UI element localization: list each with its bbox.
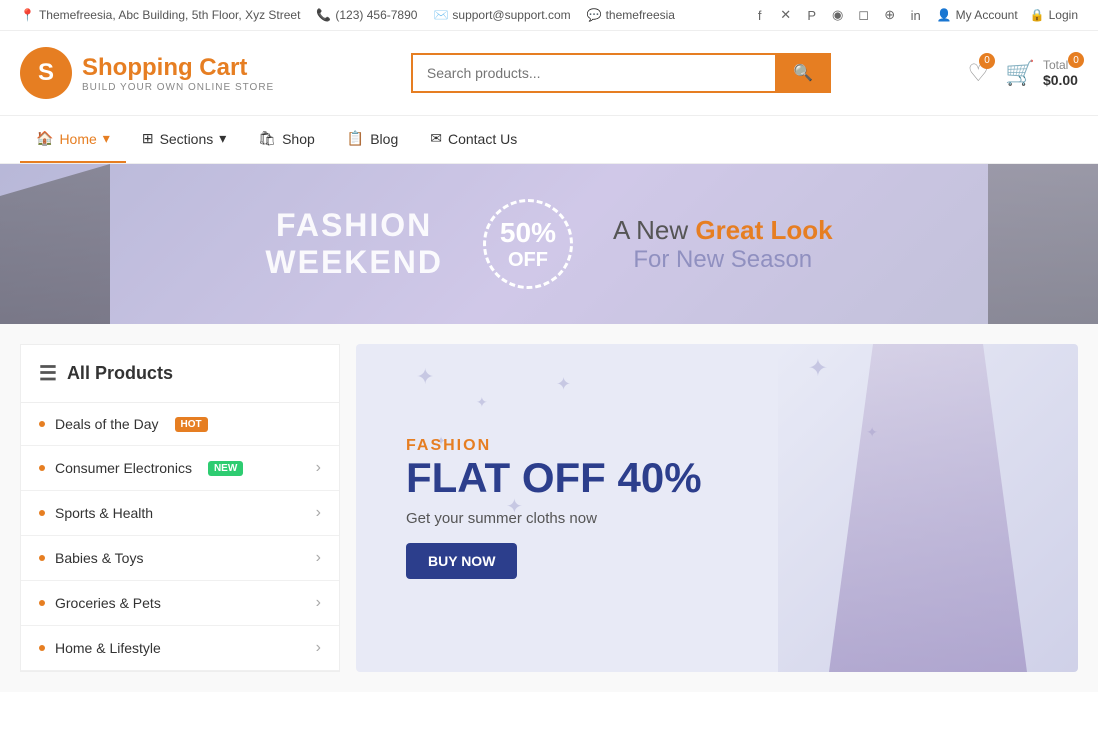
social-icons: f ✕ P ◉ ◻ ⊕ in	[751, 6, 925, 24]
hero-text-season: A New Great Look For New Season	[613, 215, 833, 274]
nav-item-home[interactable]: 🏠 Home ▾	[20, 116, 126, 163]
linkedin-icon[interactable]: in	[907, 6, 925, 24]
blog-icon: 📋	[347, 130, 364, 147]
star-decoration: ✦	[416, 364, 434, 390]
logo-title: Shopping Cart	[82, 54, 274, 82]
header: S Shopping Cart BUILD YOUR OWN ONLINE ST…	[0, 31, 1098, 115]
pinterest-icon[interactable]: P	[803, 6, 821, 24]
account-icon: 👤	[937, 8, 952, 22]
promo-content: FASHION FLAT OFF 40% Get your summer clo…	[356, 397, 752, 618]
search-input[interactable]	[411, 53, 775, 93]
hero-model-right	[988, 164, 1098, 324]
bullet-icon	[39, 645, 45, 651]
chevron-right-icon: ›	[316, 639, 321, 657]
promo-panel: ✦ ✦ ✦ ✦ ✦ ✦ ✦ ✦ FASHION FLAT OFF 40% Get…	[356, 344, 1078, 672]
bullet-icon	[39, 465, 45, 471]
promo-title: FLAT OFF 40%	[406, 455, 702, 501]
sidebar-item-sports[interactable]: Sports & Health ›	[21, 491, 339, 536]
hot-badge: HOT	[175, 417, 208, 432]
cart-count: 0	[1068, 52, 1084, 68]
wishlist-button[interactable]: ♡ 0	[968, 59, 990, 88]
sidebar-item-deals[interactable]: Deals of the Day HOT	[21, 403, 339, 446]
chevron-right-icon: ›	[316, 504, 321, 522]
dribbble-icon[interactable]: ◉	[829, 6, 847, 24]
lock-icon: 🔒	[1030, 8, 1045, 22]
envelope-icon: ✉	[430, 130, 442, 147]
nav-item-sections[interactable]: ⊞ Sections ▾	[126, 116, 242, 163]
address: 📍 Themefreesia, Abc Building, 5th Floor,…	[20, 8, 300, 22]
top-bar-left: 📍 Themefreesia, Abc Building, 5th Floor,…	[20, 8, 675, 22]
top-bar: 📍 Themefreesia, Abc Building, 5th Floor,…	[0, 0, 1098, 31]
bullet-icon	[39, 421, 45, 427]
header-actions: ♡ 0 🛒 0 Total $0.00	[968, 58, 1078, 88]
sidebar-item-groceries[interactable]: Groceries & Pets ›	[21, 581, 339, 626]
chevron-right-icon: ›	[316, 594, 321, 612]
sidebar-item-home[interactable]: Home & Lifestyle ›	[21, 626, 339, 671]
logo-text: Shopping Cart BUILD YOUR OWN ONLINE STOR…	[82, 54, 274, 93]
nav-item-shop[interactable]: 🛍 Shop	[242, 116, 330, 163]
location-icon: 📍	[20, 8, 35, 22]
email-icon: ✉️	[433, 8, 448, 22]
skype: 💬 themefreesia	[587, 8, 675, 22]
home-icon: 🏠	[36, 130, 53, 147]
star-decoration: ✦	[556, 374, 571, 395]
chevron-right-icon: ›	[316, 549, 321, 567]
main-nav: 🏠 Home ▾ ⊞ Sections ▾ 🛍 Shop 📋 Blog ✉ Co…	[0, 115, 1098, 164]
promo-subtitle: Get your summer cloths now	[406, 510, 702, 527]
menu-icon: ☰	[39, 361, 57, 386]
my-account-link[interactable]: 👤 My Account	[937, 8, 1018, 22]
phone: 📞 (123) 456-7890	[316, 8, 417, 22]
grid-icon: ⊞	[142, 130, 154, 147]
cart-icon: 🛒	[1005, 59, 1035, 88]
cart-total-amount: $0.00	[1043, 72, 1078, 88]
logo-subtitle: BUILD YOUR OWN ONLINE STORE	[82, 82, 274, 93]
hero-model-left	[0, 164, 110, 324]
skype-icon: 💬	[587, 8, 602, 22]
buy-now-button[interactable]: BUY NOW	[406, 543, 517, 579]
instagram-icon[interactable]: ◻	[855, 6, 873, 24]
new-badge: NEW	[208, 461, 243, 476]
chevron-right-icon: ›	[316, 459, 321, 477]
hero-discount-circle: 50% OFF	[483, 199, 573, 289]
top-bar-right: f ✕ P ◉ ◻ ⊕ in 👤 My Account 🔒 Login	[751, 6, 1078, 24]
wishlist-count: 0	[979, 53, 995, 69]
bullet-icon	[39, 555, 45, 561]
chevron-down-icon: ▾	[103, 130, 110, 147]
search-bar: 🔍	[411, 53, 831, 93]
login-link[interactable]: 🔒 Login	[1030, 8, 1078, 22]
flickr-icon[interactable]: ⊕	[881, 6, 899, 24]
promo-model-image	[778, 344, 1078, 672]
sidebar-item-babies[interactable]: Babies & Toys ›	[21, 536, 339, 581]
twitter-icon[interactable]: ✕	[777, 6, 795, 24]
phone-icon: 📞	[316, 8, 331, 22]
hero-content: FASHION WEEKEND 50% OFF A New Great Look…	[265, 199, 832, 289]
sidebar: ☰ All Products Deals of the Day HOT Cons…	[20, 344, 340, 672]
sidebar-item-electronics[interactable]: Consumer Electronics NEW ›	[21, 446, 339, 491]
bullet-icon	[39, 600, 45, 606]
bullet-icon	[39, 510, 45, 516]
hero-banner: FASHION WEEKEND 50% OFF A New Great Look…	[0, 164, 1098, 324]
cart-button[interactable]: 🛒 0 Total $0.00	[1005, 58, 1078, 88]
logo[interactable]: S Shopping Cart BUILD YOUR OWN ONLINE ST…	[20, 47, 274, 99]
email: ✉️ support@support.com	[433, 8, 570, 22]
facebook-icon[interactable]: f	[751, 6, 769, 24]
search-button[interactable]: 🔍	[775, 53, 831, 93]
chevron-down-icon: ▾	[219, 130, 226, 147]
logo-icon: S	[20, 47, 72, 99]
sidebar-header: ☰ All Products	[21, 345, 339, 403]
nav-item-blog[interactable]: 📋 Blog	[331, 116, 414, 163]
shop-icon: 🛍	[258, 130, 276, 147]
hero-text-fashion: FASHION WEEKEND	[265, 207, 443, 281]
promo-category: FASHION	[406, 437, 702, 455]
main-content: ☰ All Products Deals of the Day HOT Cons…	[0, 324, 1098, 692]
nav-item-contact[interactable]: ✉ Contact Us	[414, 116, 533, 163]
